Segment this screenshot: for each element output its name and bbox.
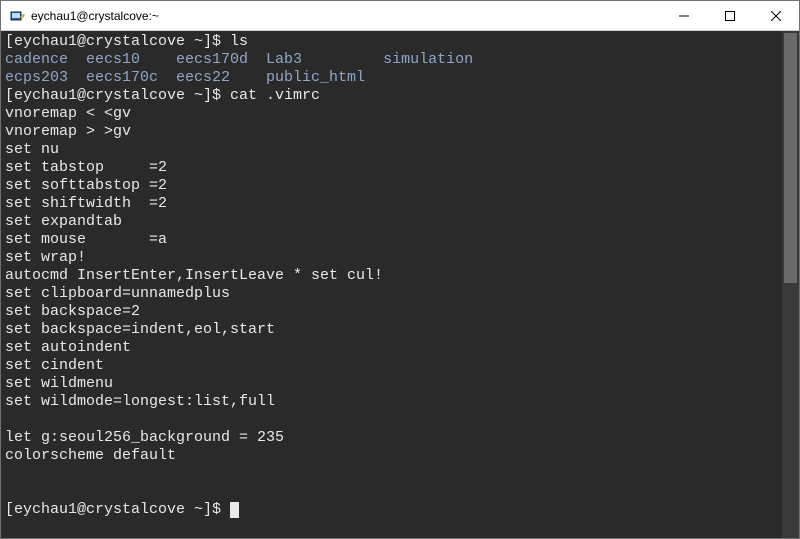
file-line: set cindent	[5, 357, 104, 374]
cursor	[230, 502, 239, 518]
putty-icon	[9, 8, 25, 24]
maximize-button[interactable]	[707, 1, 753, 30]
file-line: set backspace=indent,eol,start	[5, 321, 275, 338]
file-line: let g:seoul256_background = 235	[5, 429, 284, 446]
file-line: vnoremap > >gv	[5, 123, 131, 140]
window-title: eychau1@crystalcove:~	[31, 9, 661, 23]
window-controls	[661, 1, 799, 30]
file-line: set expandtab	[5, 213, 122, 230]
file-line: set wildmode=longest:list,full	[5, 393, 275, 410]
ls-item: eecs10	[86, 51, 176, 68]
command-ls: ls	[230, 33, 248, 50]
file-line: autocmd InsertEnter,InsertLeave * set cu…	[5, 267, 383, 284]
file-line: set tabstop =2	[5, 159, 167, 176]
file-line: vnoremap < <gv	[5, 105, 131, 122]
file-line: set softtabstop =2	[5, 177, 167, 194]
file-line: set nu	[5, 141, 59, 158]
minimize-button[interactable]	[661, 1, 707, 30]
command-cat: cat .vimrc	[230, 87, 320, 104]
terminal-window: eychau1@crystalcove:~ [eychau1@crystalco…	[0, 0, 800, 539]
scrollbar-thumb[interactable]	[784, 33, 797, 283]
file-line: set clipboard=unnamedplus	[5, 285, 230, 302]
ls-item: simulation	[383, 51, 473, 68]
ls-item: ecps203	[5, 69, 86, 86]
prompt: [eychau1@crystalcove ~]$	[5, 33, 230, 50]
file-line: set wildmenu	[5, 375, 113, 392]
file-line: colorscheme default	[5, 447, 176, 464]
terminal-body[interactable]: [eychau1@crystalcove ~]$ ls cadence eecs…	[1, 31, 799, 538]
titlebar: eychau1@crystalcove:~	[1, 1, 799, 31]
file-line: set backspace=2	[5, 303, 140, 320]
file-line: set autoindent	[5, 339, 131, 356]
file-line: set shiftwidth =2	[5, 195, 167, 212]
ls-item: eecs170d	[176, 51, 266, 68]
ls-item: cadence	[5, 51, 86, 68]
ls-item: public_html	[266, 69, 365, 86]
close-button[interactable]	[753, 1, 799, 30]
prompt: [eychau1@crystalcove ~]$	[5, 501, 230, 518]
ls-item: eecs170c	[86, 69, 176, 86]
file-line: set mouse =a	[5, 231, 167, 248]
file-line: set wrap!	[5, 249, 86, 266]
prompt: [eychau1@crystalcove ~]$	[5, 87, 230, 104]
ls-item: eecs22	[176, 69, 266, 86]
scrollbar[interactable]	[782, 31, 799, 538]
ls-item: Lab3	[266, 51, 383, 68]
